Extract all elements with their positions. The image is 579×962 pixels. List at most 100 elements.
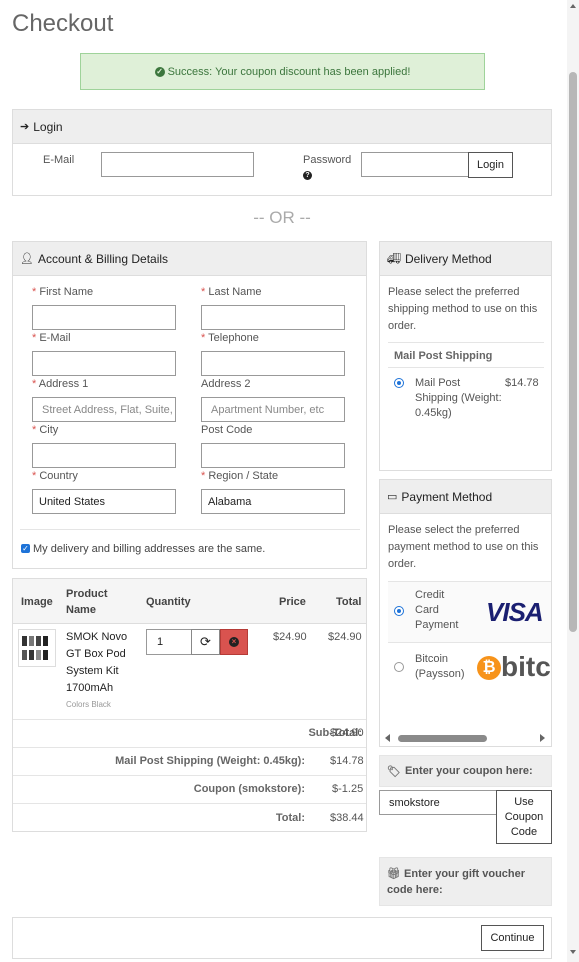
remove-x-icon: × [229, 637, 239, 647]
address1-label: * Address 1 [32, 378, 89, 390]
gift-icon: 🎁︎ [387, 868, 401, 880]
product-option: Colors Black [66, 700, 111, 709]
login-password-input[interactable] [361, 152, 469, 177]
delivery-description: Please select the preferred shipping met… [388, 286, 538, 332]
continue-button[interactable]: Continue [481, 925, 544, 951]
page-title: Checkout [12, 10, 114, 37]
account-divider [20, 529, 360, 530]
success-alert-text: Success: Your coupon discount has been a… [167, 65, 411, 78]
voucher-heading-box[interactable]: 🎁︎ Enter your gift voucher code here: [379, 857, 552, 906]
login-email-label: E-Mail [43, 154, 75, 166]
coupon-heading-box: 🏷︎ Enter your coupon here: [379, 755, 552, 787]
product-image-icon [22, 636, 48, 660]
totals-divider-2 [13, 747, 366, 748]
or-divider: -- OR -- [253, 208, 311, 227]
telephone-label: * Telephone [201, 332, 259, 344]
delivery-radio[interactable] [394, 378, 404, 388]
telephone-input[interactable] [201, 351, 345, 376]
delivery-group-title: Mail Post Shipping [394, 350, 493, 362]
last-name-label: * Last Name [201, 286, 262, 298]
delivery-option-price: $14.78 [505, 377, 539, 389]
address2-input[interactable]: Apartment Number, etc [201, 397, 345, 422]
payment-radio-credit-card[interactable] [394, 606, 404, 616]
remove-button[interactable]: × [220, 629, 248, 655]
address1-input[interactable]: Street Address, Flat, Suite, [32, 397, 176, 422]
refresh-button[interactable]: ⟳ [191, 629, 220, 655]
same-address-label: My delivery and billing addresses are th… [33, 543, 266, 555]
account-heading-text: Account & Billing Details [37, 251, 169, 266]
sign-in-icon: ➔ [20, 121, 30, 133]
first-name-label: * First Name [32, 286, 94, 298]
cart-header-quantity: Quantity [146, 596, 191, 608]
login-button[interactable]: Login [468, 152, 513, 178]
login-panel-heading: ➔ Login [13, 110, 551, 144]
payment-label-credit-card: Credit Card Payment [415, 589, 459, 631]
coupon-heading-text: Enter your coupon here: [404, 765, 533, 777]
coupon-input[interactable]: smokstore [379, 790, 497, 815]
page-scrollbar-thumb[interactable] [569, 72, 577, 632]
coupon-amount: $-1.25 [332, 783, 364, 795]
postcode-input[interactable] [201, 443, 345, 468]
payment-scroll-right[interactable] [540, 734, 545, 742]
tag-icon: 🏷︎ [387, 765, 401, 778]
region-label: * Region / State [201, 470, 279, 482]
email-label: * E-Mail [32, 332, 71, 344]
totals-divider-3 [13, 775, 366, 776]
page-scroll-up[interactable] [570, 4, 576, 8]
item-total: $24.90 [328, 631, 362, 643]
user-icon: 👤︎ [20, 253, 34, 265]
region-select[interactable]: Alabama [201, 489, 345, 514]
product-thumbnail[interactable] [18, 629, 56, 667]
cart-header-image: Image [21, 596, 53, 608]
city-input[interactable] [32, 443, 176, 468]
delivery-method-heading: 🚚︎ Delivery Method [380, 242, 551, 276]
cart-header-product: Product Name [66, 588, 108, 616]
product-name-link[interactable]: SMOK Novo GT Box Pod System Kit 1700mAh [66, 629, 132, 697]
totals-divider-4 [13, 803, 366, 804]
page-scroll-down[interactable] [570, 950, 576, 954]
help-question-icon[interactable]: ? [303, 171, 312, 180]
delivery-option-label: Mail Post Shipping (Weight: 0.45kg) [415, 377, 502, 419]
use-coupon-button[interactable]: Use Coupon Code [496, 790, 552, 844]
coupon-total-label: Coupon (smokstore): [193, 783, 305, 795]
country-select[interactable]: United States [32, 489, 176, 514]
grand-total-amount: $38.44 [330, 812, 364, 824]
payment-radio-bitcoin[interactable] [394, 662, 404, 672]
cart-header-total: Total [336, 596, 362, 608]
continue-bar [12, 917, 552, 959]
first-name-input[interactable] [32, 305, 176, 330]
success-alert: ✓ Success: Your coupon discount has been… [80, 53, 485, 90]
shipping-total-label: Mail Post Shipping (Weight: 0.45kg): [115, 755, 305, 767]
bitcoin-logo-icon: ₿ [477, 656, 501, 680]
payment-scrollbar-thumb[interactable] [398, 735, 487, 742]
payment-scroll-left[interactable] [385, 734, 390, 742]
city-label: * City [32, 424, 59, 436]
postcode-label: Post Code [201, 424, 253, 436]
country-label: * Country [32, 470, 78, 482]
login-password-label: Password [303, 154, 352, 166]
subtotal-amount: $24.90 [330, 727, 364, 739]
item-price: $24.90 [273, 631, 307, 643]
bitcoin-logo-text: bitc [501, 651, 551, 682]
shipping-amount: $14.78 [330, 755, 364, 767]
totals-divider-1 [13, 719, 366, 720]
visa-logo: VISA [486, 597, 544, 627]
login-heading-text: Login [33, 119, 63, 134]
payment-heading-text: Payment Method [401, 489, 493, 504]
payment-method-heading: ▭ Payment Method [380, 480, 551, 514]
truck-icon: 🚚︎ [387, 253, 401, 265]
email-input[interactable] [32, 351, 176, 376]
quantity-input[interactable]: 1 [146, 629, 192, 655]
address2-label: Address 2 [201, 378, 251, 390]
account-billing-heading: 👤︎ Account & Billing Details [13, 242, 366, 276]
credit-card-icon: ▭ [387, 491, 398, 503]
login-email-input[interactable] [101, 152, 254, 177]
voucher-heading-text: Enter your gift voucher code here: [387, 868, 526, 896]
same-address-checkbox[interactable]: ✓ [21, 544, 30, 553]
payment-label-bitcoin: Bitcoin (Paysson) [415, 653, 465, 680]
grand-total-label: Total: [275, 812, 305, 824]
check-circle-icon: ✓ [154, 66, 165, 77]
cart-header-price: Price [279, 596, 306, 608]
payment-description: Please select the preferred payment meth… [388, 524, 539, 570]
last-name-input[interactable] [201, 305, 345, 330]
